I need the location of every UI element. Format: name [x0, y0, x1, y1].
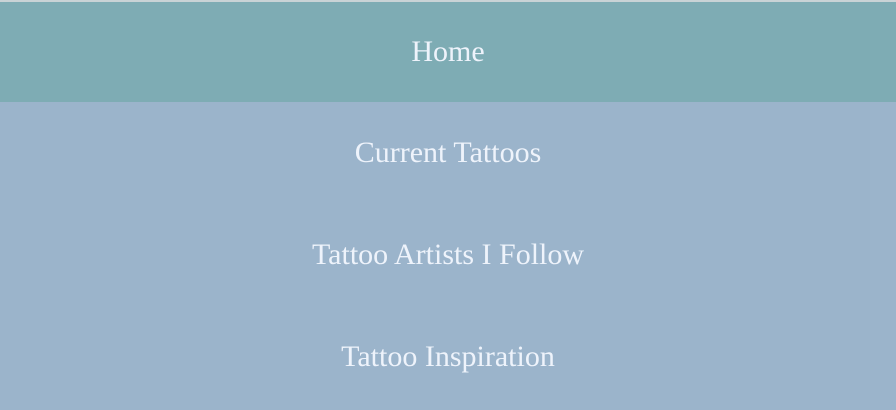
nav-item-label: Tattoo Artists I Follow	[311, 238, 585, 271]
page: Home Current Tattoos Tattoo Artists I Fo…	[0, 0, 896, 410]
nav-menu: Home Current Tattoos Tattoo Artists I Fo…	[0, 2, 896, 410]
nav-item-label: Home	[411, 35, 485, 68]
nav-item-current-tattoos[interactable]: Current Tattoos	[0, 102, 896, 204]
nav-item-tattoo-inspiration[interactable]: Tattoo Inspiration	[0, 306, 896, 408]
nav-item-tattoo-artists[interactable]: Tattoo Artists I Follow	[0, 204, 896, 306]
nav-item-label: Current Tattoos	[354, 136, 542, 169]
nav-item-home[interactable]: Home	[0, 2, 896, 102]
nav-item-label: Tattoo Inspiration	[341, 340, 555, 373]
